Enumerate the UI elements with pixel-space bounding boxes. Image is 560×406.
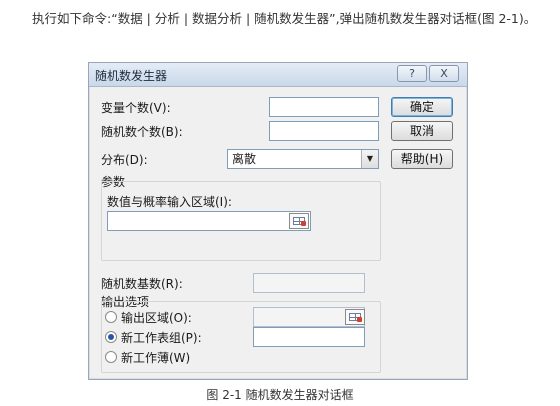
new-book-radio[interactable] [105, 351, 117, 363]
seed-input[interactable] [253, 273, 365, 293]
output-range-label: 输出区域(O): [121, 311, 192, 325]
intro-paragraph: 执行如下命令:“数据 | 分析 | 数据分析 | 随机数发生器”,弹出随机数发生… [32, 11, 537, 26]
help-button[interactable]: 帮助(H) [391, 149, 453, 169]
output-range-radio[interactable] [105, 311, 117, 323]
output-range-selector-icon[interactable] [345, 309, 365, 325]
dialog-titlebar: 随机数发生器 ? X [89, 63, 467, 87]
new-sheet-radio[interactable] [105, 331, 117, 343]
random-number-generator-dialog: 随机数发生器 ? X 变量个数(V): 随机数个数(B): 分布(D): 离散 … [88, 62, 468, 380]
titlebar-close-button[interactable]: X [429, 65, 459, 82]
seed-label: 随机数基数(R): [101, 277, 183, 291]
range-selector-icon[interactable] [289, 213, 309, 229]
figure-caption: 图 2-1 随机数发生器对话框 [206, 388, 354, 402]
titlebar-help-button[interactable]: ? [397, 65, 427, 82]
new-book-label: 新工作薄(W) [121, 351, 191, 365]
distribution-select[interactable]: 离散 ▼ [227, 149, 379, 169]
dialog-title: 随机数发生器 [95, 69, 168, 83]
params-input-label: 数值与概率输入区域(I): [107, 195, 232, 209]
ok-button[interactable]: 确定 [391, 97, 453, 117]
variables-input[interactable] [269, 97, 379, 117]
distribution-value: 离散 [232, 152, 257, 166]
variables-label: 变量个数(V): [101, 101, 171, 115]
chevron-down-icon[interactable]: ▼ [361, 150, 378, 168]
new-sheet-input[interactable] [253, 327, 365, 347]
count-input[interactable] [269, 121, 379, 141]
cancel-button[interactable]: 取消 [391, 121, 453, 141]
distribution-label: 分布(D): [101, 153, 148, 167]
new-sheet-label: 新工作表组(P): [121, 331, 202, 345]
params-input[interactable] [107, 211, 311, 231]
count-label: 随机数个数(B): [101, 125, 183, 139]
